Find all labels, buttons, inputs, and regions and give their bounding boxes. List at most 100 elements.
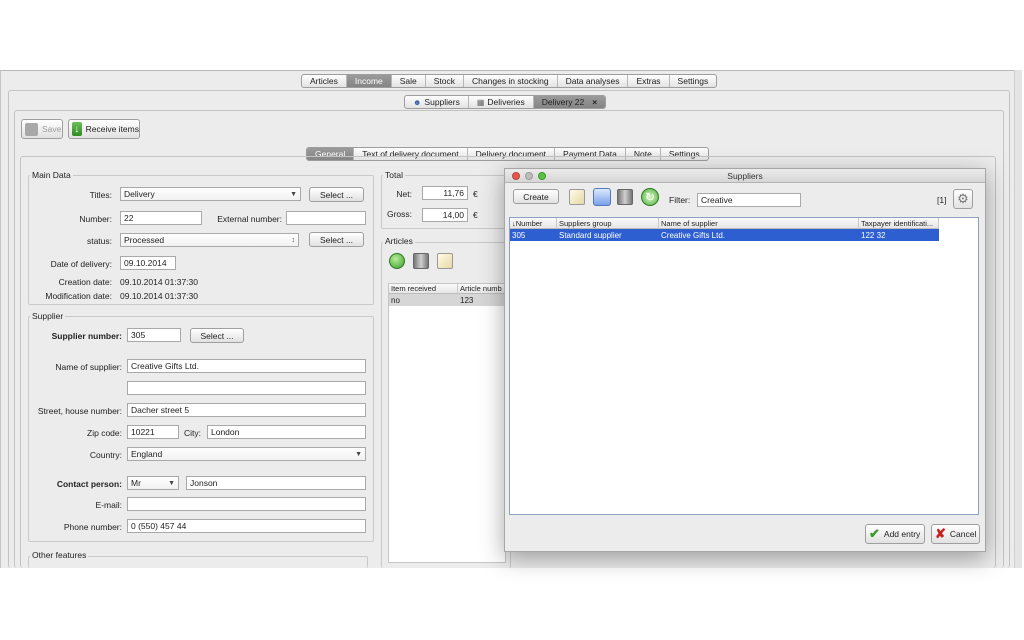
filter-label: Filter: — [669, 195, 691, 205]
number-label: Number: — [79, 214, 112, 224]
name-of-supplier-line2-field[interactable] — [127, 381, 366, 395]
date-of-delivery-field[interactable]: 09.10.2014 — [120, 256, 176, 270]
save-button[interactable]: Save — [21, 119, 63, 139]
receive-items-label: Receive items — [85, 124, 139, 134]
receive-items-button[interactable]: ↓ Receive items — [68, 119, 140, 139]
date-of-delivery-label: Date of delivery: — [50, 259, 112, 269]
supplier-title: Supplier — [30, 311, 66, 321]
col-suppliers-group[interactable]: Suppliers group — [557, 218, 659, 229]
country-select[interactable]: England ▼ — [127, 447, 366, 461]
tab-articles[interactable]: Articles — [302, 75, 347, 87]
edit-supplier-icon[interactable] — [569, 189, 585, 205]
other-features-title: Other features — [30, 550, 89, 560]
gross-label: Gross: — [386, 209, 412, 219]
tab-changes-in-stocking[interactable]: Changes in stocking — [464, 75, 558, 87]
external-number-field[interactable] — [286, 211, 366, 225]
chevron-down-icon: ▼ — [168, 479, 175, 487]
supplier-select-button[interactable]: Select ... — [190, 328, 244, 343]
col-article-number[interactable]: Article numb — [458, 284, 506, 294]
edit-article-icon[interactable] — [437, 253, 453, 269]
tab-delivery-22[interactable]: Delivery 22 × — [533, 96, 606, 108]
create-button[interactable]: Create — [513, 189, 559, 204]
net-field: 11,76 — [422, 186, 468, 200]
salutation-select[interactable]: Mr ▼ — [127, 476, 179, 490]
tab-settings[interactable]: Settings — [670, 75, 717, 87]
close-tab-icon[interactable]: × — [584, 96, 597, 108]
street-label: Street, house number: — [37, 406, 122, 416]
street-field[interactable]: Dacher street 5 — [127, 403, 366, 417]
cell-article-number: 123 — [460, 295, 474, 305]
tab-stock[interactable]: Stock — [426, 75, 465, 87]
col-name-of-supplier[interactable]: Name of supplier — [659, 218, 859, 229]
titles-select[interactable]: Delivery ▼ — [120, 187, 301, 201]
creation-date-value: 09.10.2014 01:37:30 — [120, 277, 198, 287]
tab-sale[interactable]: Sale — [392, 75, 426, 87]
contact-person-label: Contact person: — [56, 479, 122, 489]
tab-extras[interactable]: Extras — [628, 75, 670, 87]
tab-deliveries[interactable]: ▦ Deliveries — [469, 96, 534, 108]
add-article-icon[interactable] — [389, 253, 405, 269]
modification-date-value: 09.10.2014 01:37:30 — [120, 291, 198, 301]
tab-suppliers[interactable]: ☻ Suppliers — [405, 96, 469, 108]
net-currency: € — [473, 189, 478, 199]
country-value: England — [131, 449, 163, 459]
net-label: Net: — [396, 189, 412, 199]
cancel-button[interactable]: ✘ Cancel — [931, 524, 980, 544]
copy-supplier-icon[interactable] — [593, 188, 611, 206]
filter-input[interactable]: Creative — [697, 193, 801, 207]
tab-data-analyses[interactable]: Data analyses — [558, 75, 629, 87]
phone-number-field[interactable]: 0 (550) 457 44 — [127, 519, 366, 533]
chevron-down-icon: ▼ — [290, 190, 297, 198]
gear-icon: ⚙ — [957, 191, 969, 206]
external-number-label: External number: — [217, 214, 282, 224]
save-label: Save — [42, 124, 62, 134]
city-field[interactable]: London — [207, 425, 366, 439]
cell-taxpayer-id: 122 32 — [861, 230, 886, 240]
main-data-title: Main Data — [30, 170, 73, 180]
articles-title: Articles — [383, 236, 415, 246]
right-scrollbar[interactable] — [1014, 70, 1022, 568]
zip-code-field[interactable]: 10221 — [127, 425, 179, 439]
delete-supplier-icon[interactable] — [617, 189, 633, 205]
col-taxpayer-id[interactable]: Taxpayer identificati... — [859, 218, 939, 229]
cell-suppliers-group: Standard supplier — [559, 230, 622, 240]
titles-label: Titles: — [89, 190, 112, 200]
col-number[interactable]: ↓Number — [510, 218, 557, 229]
tab-deliveries-label: Deliveries — [487, 97, 525, 107]
disk-icon — [25, 122, 38, 136]
articles-table — [388, 283, 506, 563]
name-of-supplier-label: Name of supplier: — [55, 362, 122, 372]
col-item-received[interactable]: Item received — [389, 284, 458, 294]
receive-icon: ↓ — [72, 122, 82, 136]
modification-date-label: Modification date: — [45, 291, 112, 301]
chevron-down-icon: ▼ — [355, 450, 362, 458]
salutation-value: Mr — [131, 478, 141, 488]
name-of-supplier-field[interactable]: Creative Gifts Ltd. — [127, 359, 366, 373]
contact-person-field[interactable]: Jonson — [186, 476, 366, 490]
titles-value: Delivery — [124, 189, 155, 199]
email-label: E-mail: — [95, 500, 122, 510]
gross-currency: € — [473, 210, 478, 220]
close-icon: ✘ — [935, 526, 946, 541]
deliveries-icon: ▦ — [476, 97, 485, 107]
number-field[interactable]: 22 — [120, 211, 202, 225]
delete-article-icon[interactable] — [413, 253, 429, 269]
supplier-number-field[interactable]: 305 — [127, 328, 181, 342]
add-entry-button[interactable]: ✔ Add entry — [865, 524, 925, 544]
settings-gear-button[interactable]: ⚙ — [953, 189, 973, 209]
suppliers-dialog: Suppliers Create ↻ Filter: Creative [1] … — [504, 168, 986, 552]
tab-suppliers-label: Suppliers — [424, 97, 460, 107]
status-select-button[interactable]: Select ... — [309, 232, 364, 247]
add-entry-label: Add entry — [883, 529, 921, 539]
refresh-icon[interactable]: ↻ — [641, 188, 659, 206]
checkmark-icon: ✔ — [869, 526, 880, 541]
tab-income[interactable]: Income — [346, 75, 392, 87]
zip-code-label: Zip code: — [87, 428, 122, 438]
dialog-title: Suppliers — [727, 171, 763, 181]
status-select[interactable]: Processed ↕ — [120, 233, 299, 247]
titles-select-button[interactable]: Select ... — [309, 187, 364, 202]
status-label: status: — [86, 236, 112, 246]
cell-item-received: no — [391, 295, 400, 305]
main-tabs: Articles Income Sale Stock Changes in st… — [301, 74, 718, 88]
email-field[interactable] — [127, 497, 366, 511]
